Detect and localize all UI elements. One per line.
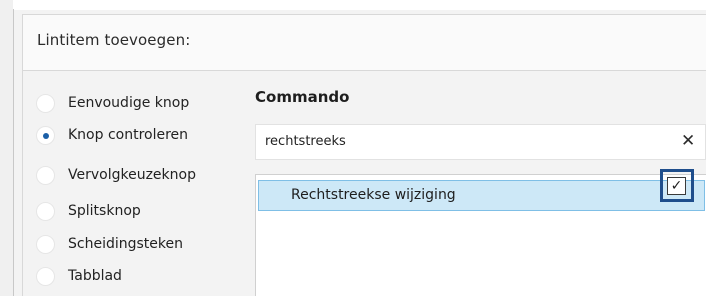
- radio-option-knop-controleren[interactable]: Knop controleren: [36, 123, 188, 147]
- radio-label: Scheidingsteken: [68, 236, 183, 252]
- command-results-list: Rechtstreekse wijziging: [255, 174, 706, 296]
- command-search-input[interactable]: rechtstreeks ✕: [255, 124, 706, 160]
- close-icon[interactable]: ✕: [681, 131, 695, 151]
- group-title: Lintitem toevoegen:: [37, 31, 191, 49]
- outer-left-pane: [0, 0, 13, 296]
- radio-label: Splitsknop: [68, 203, 141, 219]
- radio-label: Vervolgkeuzeknop: [68, 167, 196, 183]
- radio-option-vervolgkeuzeknop[interactable]: Vervolgkeuzeknop: [36, 163, 196, 187]
- radio-label: Tabblad: [68, 268, 122, 284]
- radio-button[interactable]: [36, 93, 55, 113]
- radio-label: Eenvoudige knop: [68, 95, 190, 111]
- top-strip: [0, 0, 706, 9]
- command-section-title: Commando: [255, 88, 350, 106]
- radio-label: Knop controleren: [68, 127, 189, 143]
- checkmark-icon: ✓: [670, 178, 683, 194]
- list-item[interactable]: Rechtstreekse wijziging: [258, 180, 705, 211]
- radio-button[interactable]: [36, 266, 55, 286]
- search-input-value[interactable]: rechtstreeks: [265, 134, 346, 149]
- result-checkbox[interactable]: ✓: [667, 177, 686, 195]
- radio-option-tabblad[interactable]: Tabblad: [36, 264, 122, 288]
- radio-button[interactable]: [36, 201, 55, 221]
- radio-button[interactable]: [36, 165, 55, 185]
- radio-button-selected[interactable]: [36, 125, 55, 145]
- radio-option-scheidingsteken[interactable]: Scheidingsteken: [36, 232, 183, 256]
- radio-button[interactable]: [36, 234, 55, 254]
- radio-option-splitsknop[interactable]: Splitsknop: [36, 199, 141, 223]
- radio-option-eenvoudige-knop[interactable]: Eenvoudige knop: [36, 91, 189, 115]
- list-item-label: Rechtstreekse wijziging: [291, 187, 456, 203]
